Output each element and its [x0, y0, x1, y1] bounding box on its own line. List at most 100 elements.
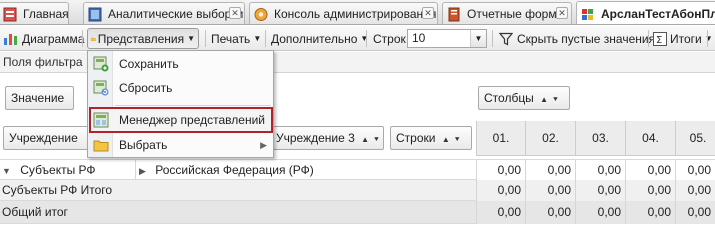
rows-label-text: Строк	[373, 31, 406, 46]
logo-icon	[582, 8, 593, 20]
table-cell[interactable]: 0,00	[625, 201, 675, 224]
print-button[interactable]: Печать ▼	[208, 28, 264, 49]
column-header[interactable]: 05.	[675, 121, 715, 156]
table-cell[interactable]: 0,00	[625, 180, 675, 201]
tab-label: Отчетные формы	[467, 7, 566, 21]
bar-chart-icon	[4, 34, 17, 45]
toolbar-separator	[366, 30, 367, 47]
views-button-label: Представления	[97, 31, 185, 46]
row-sublabel-text: Российская Федерация (РФ)	[155, 163, 314, 177]
views-button[interactable]: Представления ▼	[87, 28, 199, 49]
row-field-label: Строки	[396, 131, 436, 145]
tab-arslan-test[interactable]: АрсланТестАбонПл	[576, 1, 715, 24]
row-field-institution-3[interactable]: Учреждение 3 ▲ ⯆	[270, 126, 384, 150]
rows-select[interactable]: 10 ▼	[407, 29, 487, 48]
tab-analytic-samples[interactable]: Аналитические выборки ✕	[83, 2, 245, 24]
chevron-right-icon: ▶	[260, 140, 267, 150]
table-cell[interactable]: 0,00	[625, 160, 675, 181]
totals-button[interactable]: Σ Итоги ▼	[650, 28, 715, 49]
view-manager-icon	[93, 112, 109, 128]
more-button-label: Дополнительно	[271, 31, 358, 46]
table-cell[interactable]: 0,00	[525, 180, 575, 201]
sort-filter-icon[interactable]: ▲ ⯆	[442, 135, 462, 144]
tab-label: Главная	[23, 7, 69, 21]
tab-label: Аналитические выборки	[108, 7, 244, 21]
columns-field-label: Столбцы	[484, 91, 534, 105]
chevron-down-icon[interactable]: ▼	[2, 166, 11, 176]
toolbar: Диаграмма Представления ▼ Печать ▼ Допол…	[0, 26, 715, 51]
row-label[interactable]: ▼ Субъекты РФ	[2, 160, 96, 182]
column-header[interactable]: 02.	[525, 121, 575, 156]
filter-icon	[499, 32, 513, 45]
toolbar-separator	[265, 30, 266, 47]
table-cell[interactable]: 0,00	[675, 160, 715, 181]
reset-view-icon	[93, 80, 109, 96]
table-cell[interactable]: 0,00	[525, 160, 575, 181]
more-button[interactable]: Дополнительно ▼	[268, 28, 371, 49]
menu-item-label: Менеджер представлений	[119, 113, 265, 127]
menu-item-label: Сохранить	[119, 57, 179, 71]
table-cell[interactable]: 0,00	[675, 180, 715, 201]
menu-separator	[115, 105, 271, 106]
close-icon[interactable]: ✕	[422, 7, 434, 19]
tab-admin-console[interactable]: Консоль администрирования ✕	[249, 2, 438, 24]
toolbar-separator	[707, 30, 708, 47]
sort-filter-icon[interactable]: ▲ ⯆	[540, 95, 560, 104]
tab-report-forms[interactable]: Отчетные формы ✕	[442, 2, 572, 24]
toolbar-separator	[648, 30, 649, 47]
chevron-down-icon: ▼	[360, 34, 369, 43]
menu-item-reset[interactable]: Сбросить	[88, 77, 273, 99]
sort-filter-icon[interactable]: ▲ ⯆	[361, 135, 381, 144]
row-label-text: Субъекты РФ	[20, 163, 96, 177]
row-label-text: Общий итог	[2, 205, 68, 219]
tab-home[interactable]: Главная	[0, 2, 69, 24]
row-label-text: Субъекты РФ Итого	[2, 183, 113, 197]
table-cell[interactable]: 0,00	[476, 180, 525, 201]
chevron-down-icon[interactable]: ▼	[470, 30, 486, 47]
table-cell[interactable]: 0,00	[675, 201, 715, 224]
report-icon	[448, 7, 460, 21]
table-cell[interactable]: 0,00	[476, 160, 525, 181]
columns-field-button[interactable]: Столбцы ▲ ⯆	[478, 86, 570, 110]
column-header[interactable]: 04.	[625, 121, 675, 156]
column-header[interactable]: 01.	[476, 121, 525, 156]
table-cell[interactable]: 0,00	[575, 160, 625, 181]
row-sublabel[interactable]: ▶ Российская Федерация (РФ)	[135, 160, 314, 181]
rows-label: Строк	[370, 28, 409, 49]
row-field-rows[interactable]: Строки ▲ ⯆	[390, 126, 472, 150]
subtotal-row: Субъекты РФ Итого 0,00 0,00 0,00 0,00 0,…	[0, 180, 715, 201]
table-cell[interactable]: 0,00	[575, 180, 625, 201]
close-icon[interactable]: ✕	[556, 7, 568, 19]
row-field-label: Учреждение 3	[276, 131, 355, 145]
home-icon	[3, 7, 17, 21]
chevron-right-icon[interactable]: ▶	[139, 166, 146, 176]
tab-label: Консоль администрирования	[274, 7, 437, 21]
chart-button[interactable]: Диаграмма	[0, 28, 87, 49]
views-dropdown-menu: Сохранить Сбросить Менеджер представлени…	[87, 50, 274, 158]
menu-item-view-manager[interactable]: Менеджер представлений	[89, 107, 273, 133]
menu-item-select[interactable]: Выбрать ▶	[88, 134, 273, 156]
chart-button-label: Диаграмма	[22, 31, 85, 46]
totals-button-label: Итоги	[670, 31, 702, 46]
tab-label: АрсланТестАбонПл	[601, 7, 715, 21]
chevron-down-icon: ▼	[187, 34, 195, 43]
value-field-button[interactable]: Значение	[5, 86, 74, 110]
toolbar-separator	[492, 30, 493, 47]
menu-item-save[interactable]: Сохранить	[88, 53, 273, 75]
save-view-icon	[93, 56, 109, 72]
column-header[interactable]: 03.	[575, 121, 625, 156]
tab-strip: Главная Аналитические выборки ✕ Консоль …	[0, 0, 715, 25]
menu-item-label: Сбросить	[119, 81, 173, 95]
table-cell[interactable]: 0,00	[525, 201, 575, 224]
cube-icon	[88, 7, 102, 21]
close-icon[interactable]: ✕	[229, 7, 241, 19]
svg-text:Σ: Σ	[656, 35, 662, 46]
sum-icon: Σ	[653, 31, 667, 46]
filter-bar-label: Поля фильтра	[3, 55, 83, 69]
table-cell[interactable]: 0,00	[575, 201, 625, 224]
table-cell[interactable]: 0,00	[476, 201, 525, 224]
row-field-institution[interactable]: Учреждение	[3, 126, 99, 150]
toolbar-separator	[205, 30, 206, 47]
hide-empty-button[interactable]: Скрыть пустые значения	[496, 28, 658, 49]
row-field-label: Учреждение	[9, 131, 78, 145]
